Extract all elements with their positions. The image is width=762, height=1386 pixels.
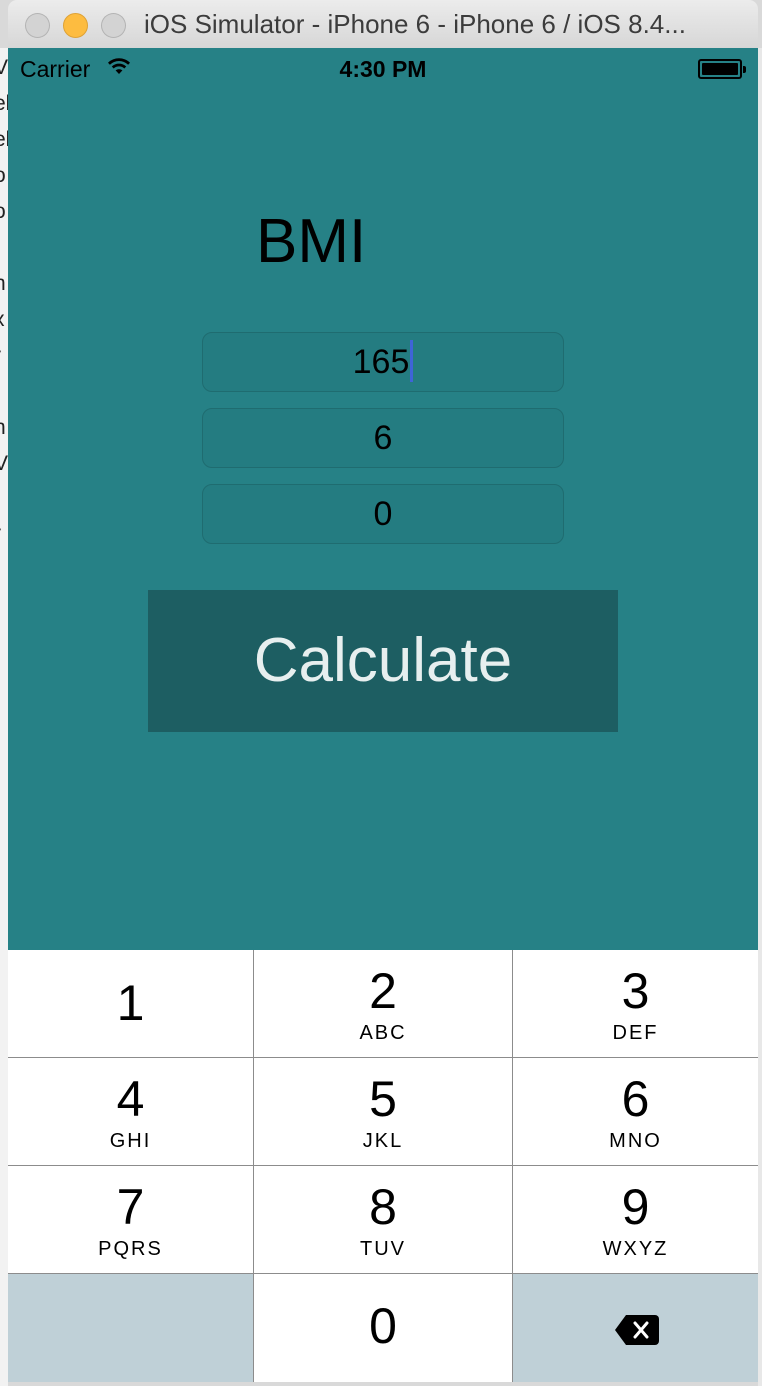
- key-number: 8: [369, 1179, 397, 1235]
- key-5[interactable]: 5 JKL: [254, 1058, 512, 1165]
- key-4[interactable]: 4 GHI: [8, 1058, 253, 1165]
- minimize-window-button[interactable]: [63, 13, 88, 38]
- key-letters: GHI: [109, 1130, 152, 1152]
- background-text-fragment: n: [0, 416, 6, 440]
- weight-field-value: 165: [352, 343, 410, 381]
- key-number: 1: [116, 975, 145, 1031]
- key-7[interactable]: 7 PQRS: [8, 1166, 253, 1273]
- key-number: 6: [621, 1071, 650, 1127]
- simulator-title-bar: iOS Simulator - iPhone 6 - iPhone 6 / iO…: [8, 0, 758, 50]
- close-window-button[interactable]: [25, 13, 50, 38]
- key-letters: ABC: [359, 1022, 407, 1044]
- key-8[interactable]: 8 TUV: [254, 1166, 512, 1273]
- app-title: BMI: [256, 207, 367, 276]
- height-inches-field[interactable]: 0: [202, 484, 564, 544]
- key-number: 3: [621, 963, 650, 1019]
- key-6[interactable]: 6 MNO: [513, 1058, 758, 1165]
- background-text-fragment: o: [0, 164, 6, 188]
- key-2[interactable]: 2 ABC: [254, 950, 512, 1057]
- background-text-fragment: o: [0, 200, 6, 224]
- key-letters: PQRS: [98, 1238, 163, 1260]
- key-number: 0: [369, 1298, 397, 1354]
- key-9[interactable]: 9 WXYZ: [513, 1166, 758, 1273]
- key-1[interactable]: 1: [8, 950, 253, 1057]
- background-text-fragment: el: [0, 128, 8, 152]
- key-letters: WXYZ: [602, 1238, 669, 1260]
- backspace-icon: [614, 1314, 660, 1351]
- zoom-window-button[interactable]: [101, 13, 126, 38]
- background-text-fragment: n: [0, 272, 6, 296]
- key-number: 7: [116, 1179, 145, 1235]
- status-bar: Carrier 4:30 PM: [8, 48, 758, 88]
- background-text-fragment: r: [0, 344, 1, 368]
- background-text-fragment: V: [0, 56, 8, 79]
- background-text-fragment: x: [0, 308, 5, 332]
- background-text-fragment: r: [0, 522, 1, 546]
- text-caret: [410, 340, 414, 383]
- window-title: iOS Simulator - iPhone 6 - iPhone 6 / iO…: [144, 9, 686, 39]
- clock-label: 4:30 PM: [339, 56, 427, 82]
- delete-key[interactable]: [513, 1274, 758, 1382]
- key-number: 4: [116, 1071, 145, 1127]
- key-3[interactable]: 3 DEF: [513, 950, 758, 1057]
- key-letters: DEF: [612, 1022, 659, 1044]
- key-0[interactable]: 0: [254, 1274, 512, 1382]
- key-letters: MNO: [609, 1130, 662, 1152]
- weight-field[interactable]: 165: [202, 332, 564, 392]
- key-blank: [8, 1274, 253, 1382]
- key-letters: TUV: [360, 1238, 406, 1260]
- height-inches-value: 0: [373, 495, 393, 533]
- calculate-button[interactable]: Calculate: [148, 590, 618, 732]
- background-window-fragment: s V el el o o t n x r . n V r: [0, 48, 8, 1386]
- background-text-fragment: V: [0, 452, 8, 475]
- key-number: 2: [369, 963, 397, 1019]
- height-feet-field[interactable]: 6: [202, 408, 564, 468]
- key-number: 5: [369, 1071, 397, 1127]
- battery-icon: [698, 59, 746, 79]
- key-number: 9: [621, 1179, 650, 1235]
- device-screen: Carrier 4:30 PM BMI 165 6 0 Calculate 1 …: [8, 48, 758, 1382]
- number-keypad: 1 2 ABC 3 DEF 4 GHI 5 JKL 6 MNO 7 PQRS 8: [8, 950, 758, 1382]
- height-feet-value: 6: [373, 419, 393, 457]
- background-window-edge: [758, 48, 762, 1386]
- background-text-fragment: el: [0, 92, 8, 116]
- key-letters: JKL: [362, 1130, 404, 1152]
